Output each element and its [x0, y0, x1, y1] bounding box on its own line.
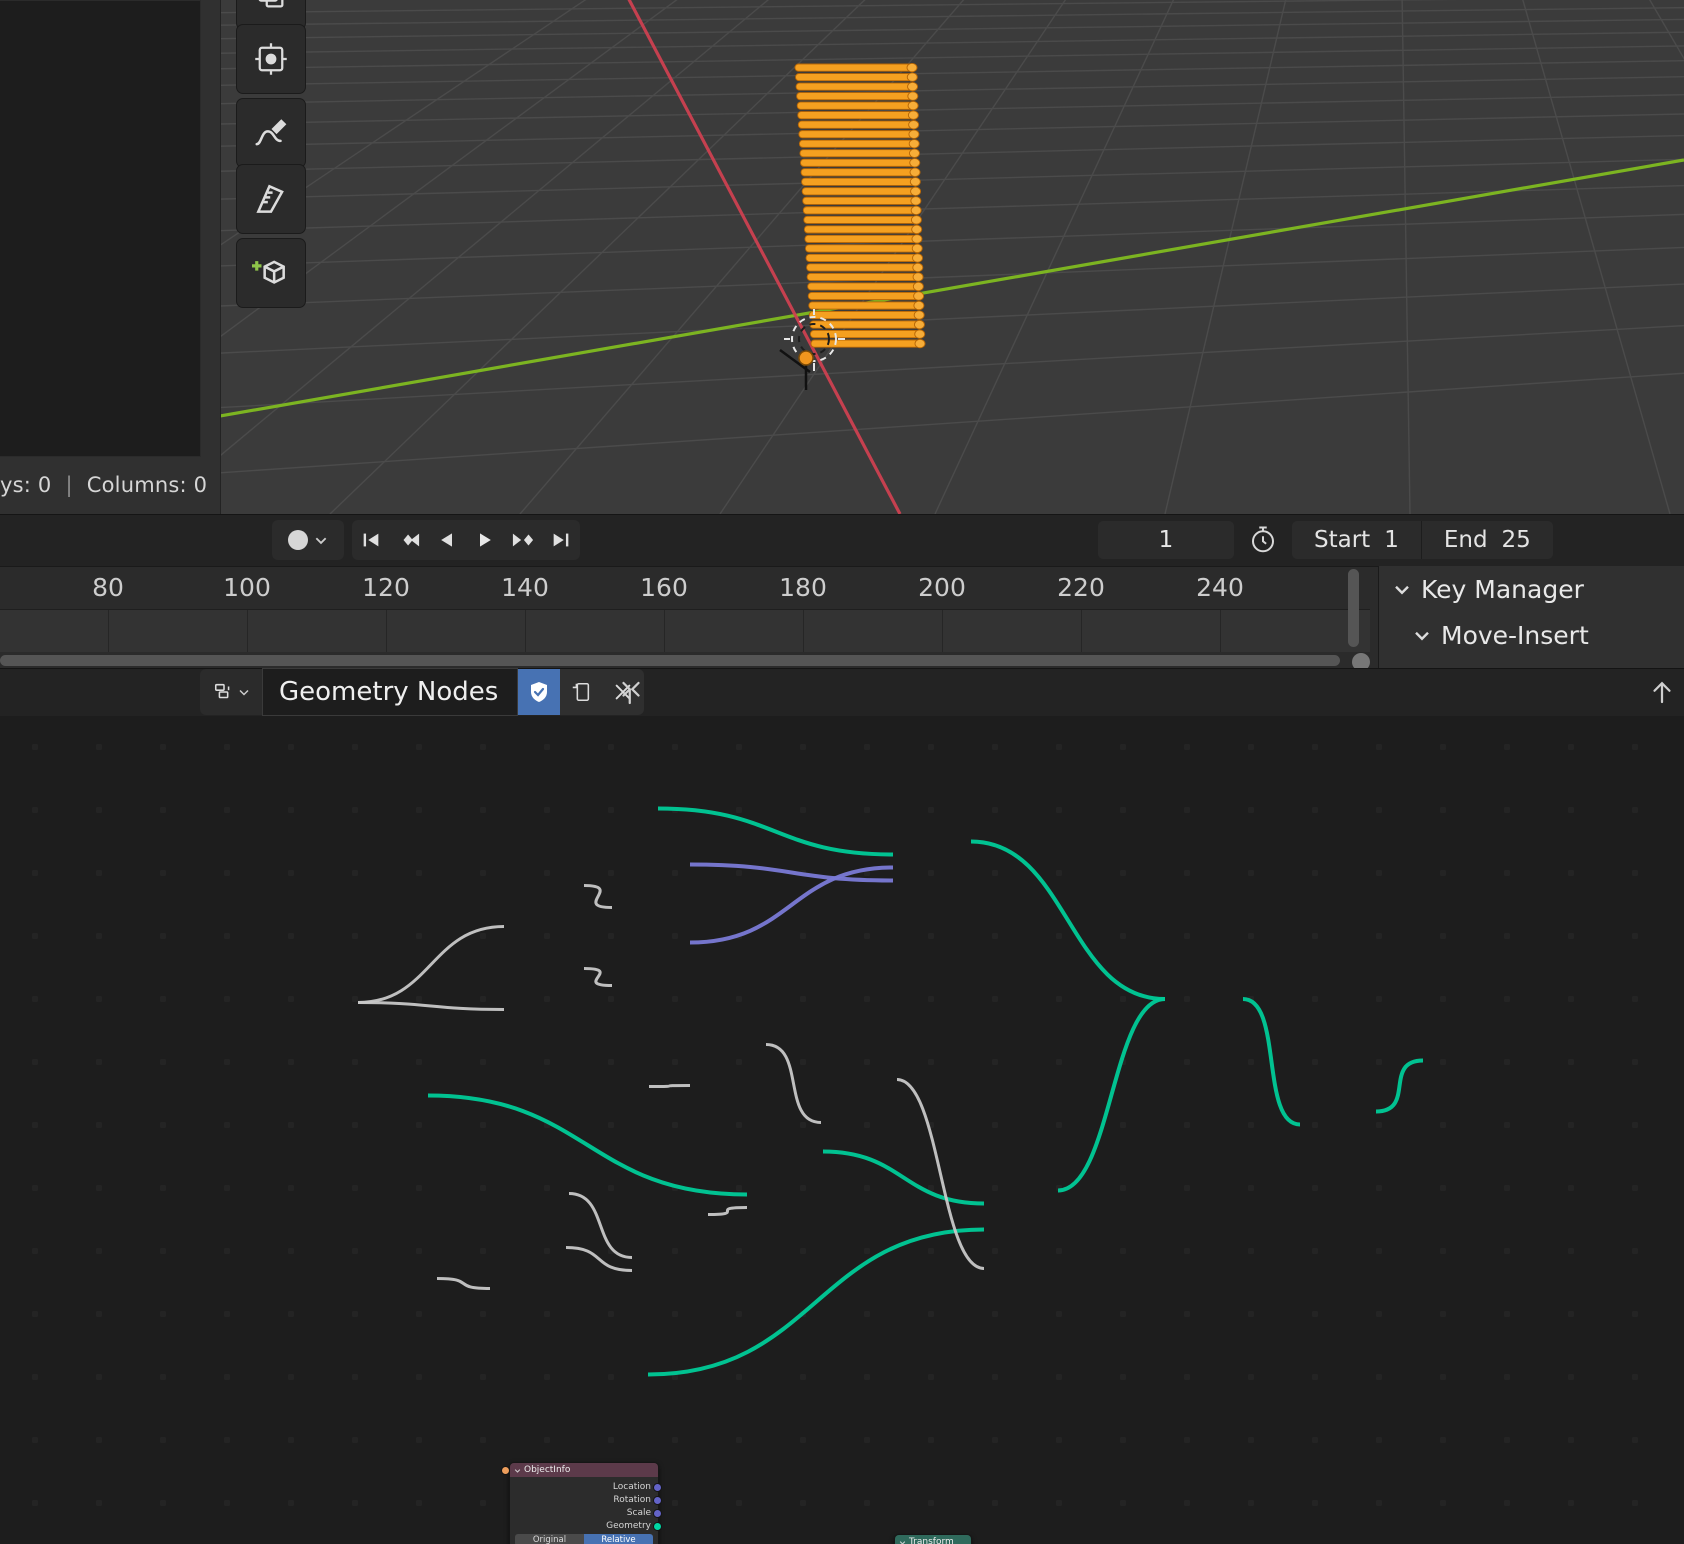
ruler-tick-200: 200	[918, 573, 966, 602]
move-insert-label: Move-Insert	[1441, 620, 1589, 650]
jump-to-end-button[interactable]	[542, 520, 580, 560]
properties-panel-area[interactable]	[0, 0, 201, 457]
columns-count-label: Columns: 0	[86, 473, 208, 497]
editor-type-button[interactable]	[200, 669, 262, 715]
output-row: Geometry	[510, 1519, 662, 1532]
key-manager-title: Key Manager	[1421, 574, 1584, 604]
scrollbar-thumb[interactable]	[0, 655, 1340, 666]
timeline-tick	[247, 610, 248, 652]
annotate-tool-button[interactable]	[236, 98, 306, 168]
chevron-down-icon	[514, 1468, 521, 1473]
properties-side-strip: ys: 0 | Columns: 0	[0, 0, 221, 514]
play-button[interactable]	[466, 520, 504, 560]
spreadsheet-status-bar: ys: 0 | Columns: 0	[0, 465, 212, 505]
ruler-tick-160: 160	[640, 573, 688, 602]
socket-label-location: Location	[612, 1481, 651, 1492]
chevron-down-icon	[1415, 631, 1429, 641]
start-value: 1	[1384, 527, 1399, 553]
node-transform[interactable]: Transform Geometry Geometry Translation …	[894, 1534, 972, 1544]
socket-out-location[interactable]	[653, 1483, 662, 1492]
auto-keyframe-icon[interactable]	[1244, 521, 1282, 559]
canvas-dot-grid	[32, 744, 1638, 1506]
socket-label-scale: Scale	[626, 1507, 651, 1518]
measure-tool-button[interactable]	[236, 164, 306, 234]
fake-user-shield-icon[interactable]	[518, 669, 560, 715]
ruler-tick-100: 100	[223, 573, 271, 602]
end-frame-cell[interactable]: End 25	[1422, 521, 1553, 559]
socket-in-object[interactable]	[501, 1466, 510, 1475]
output-row: Rotation	[510, 1493, 662, 1506]
start-label: Start	[1314, 527, 1371, 553]
current-frame-field[interactable]: 1	[1098, 521, 1234, 559]
timeline-tick	[1081, 610, 1082, 652]
timeline-tick	[108, 610, 109, 652]
socket-label-rotation: Rotation	[613, 1494, 651, 1505]
timeline-tick	[803, 610, 804, 652]
frame-range-group[interactable]: Start 1 End 25	[1292, 521, 1553, 559]
chevron-down-icon	[238, 689, 249, 696]
end-value: 25	[1501, 527, 1531, 553]
node-header[interactable]: Transform	[895, 1535, 971, 1544]
transform-space-toggle[interactable]: Original Relative	[515, 1533, 653, 1544]
playback-controls[interactable]	[352, 520, 580, 560]
jump-to-next-keyframe-button[interactable]	[504, 520, 542, 560]
jump-to-prev-keyframe-button[interactable]	[390, 520, 428, 560]
key-manager-panel[interactable]: Key Manager Move-Insert	[1378, 566, 1684, 668]
play-reverse-button[interactable]	[428, 520, 466, 560]
ruler-tick-120: 120	[362, 573, 410, 602]
ruler-tick-220: 220	[1057, 573, 1105, 602]
datablock-name-field[interactable]: Geometry Nodes	[262, 668, 518, 716]
key-manager-header[interactable]: Key Manager	[1379, 566, 1684, 612]
key-manager-move-insert[interactable]: Move-Insert	[1379, 612, 1684, 658]
timeline-horizontal-scrollbar[interactable]	[0, 653, 1370, 671]
jump-to-start-button[interactable]	[352, 520, 390, 560]
ruler-tick-240: 240	[1196, 573, 1244, 602]
timeline-tick	[1220, 610, 1221, 652]
chevron-down-icon	[899, 1540, 906, 1544]
toggle-option-original[interactable]: Original	[515, 1533, 584, 1544]
end-label: End	[1443, 527, 1488, 553]
go-to-parent-icon[interactable]	[1642, 672, 1682, 712]
output-row: Scale	[510, 1506, 662, 1519]
node-header[interactable]: ObjectInfo	[510, 1463, 658, 1477]
timeline-tick	[664, 610, 665, 652]
socket-out-rotation[interactable]	[653, 1496, 662, 1505]
node-editor-canvas[interactable]: ObjectInfo Location Rotation Scale Geome…	[0, 716, 1684, 1544]
timeline-tick	[386, 610, 387, 652]
start-frame-cell[interactable]: Start 1	[1292, 521, 1421, 559]
node-editor-datablock-bar[interactable]: Geometry Nodes	[200, 668, 644, 716]
timeline-tick	[525, 610, 526, 652]
timeline-track[interactable]	[0, 609, 1370, 652]
ruler-tick-180: 180	[779, 573, 827, 602]
ruler-tick-labels: 80 100 120 140 160 180 200 220 240	[0, 567, 1370, 609]
timeline-tick	[942, 610, 943, 652]
toggle-option-relative[interactable]: Relative	[584, 1533, 653, 1544]
ruler-tick-140: 140	[501, 573, 549, 602]
node-title: ObjectInfo	[524, 1465, 571, 1475]
record-icon[interactable]	[288, 530, 308, 550]
node-object_info_top[interactable]: ObjectInfo Location Rotation Scale Geome…	[501, 1462, 662, 1544]
pin-icon[interactable]	[614, 676, 648, 710]
socket-out-geometry[interactable]	[653, 1522, 662, 1531]
auto-keying-group[interactable]	[272, 520, 344, 560]
viewport-grid[interactable]	[220, 0, 1684, 514]
duplicate-datablock-icon[interactable]	[560, 669, 602, 715]
rows-count-label: ys: 0	[0, 473, 52, 497]
socket-label-geometry: Geometry	[606, 1520, 651, 1531]
add-cube-tool-button[interactable]	[236, 238, 306, 308]
node-body: Location Rotation Scale Geometry Origina…	[501, 1466, 662, 1544]
status-separator: |	[65, 473, 73, 497]
viewport-3d[interactable]: ys: 0 | Columns: 0	[0, 0, 1684, 514]
ruler-tick-80: 80	[92, 573, 124, 602]
node-title: Transform	[909, 1537, 954, 1544]
chevron-down-icon	[315, 537, 327, 545]
output-row: Location	[510, 1480, 662, 1493]
timeline-vertical-scrollbar[interactable]	[1348, 569, 1359, 647]
socket-out-scale[interactable]	[653, 1509, 662, 1518]
chevron-down-icon	[1395, 585, 1409, 595]
transform-tool-button[interactable]	[236, 24, 306, 94]
